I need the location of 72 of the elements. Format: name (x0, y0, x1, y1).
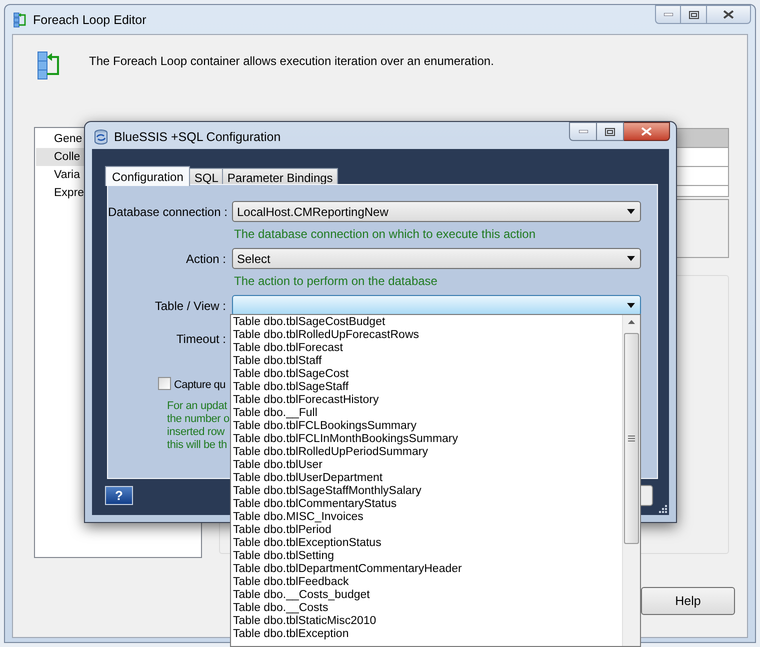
minimize-button[interactable] (569, 122, 597, 141)
tab[interactable]: Configuration (105, 166, 190, 186)
note-text: For an updat (167, 400, 228, 413)
dropdown-field[interactable]: LocalHost.CMReportingNew (232, 201, 641, 222)
dropdown-item[interactable]: Table dbo.tblSageStaff (231, 381, 622, 394)
description-box (676, 199, 729, 258)
maximize-icon (688, 10, 698, 18)
note-text: the number o (167, 413, 230, 426)
dialog-title: BlueSSIS +SQL Configuration (114, 129, 281, 146)
resize-grip-icon (659, 505, 667, 513)
hint-text: The database connection on which to execute this action (234, 226, 536, 243)
field-label: Timeout : (175, 331, 226, 348)
refresh-icon (93, 129, 109, 146)
minimize-icon (578, 130, 588, 133)
help-button[interactable]: ? (105, 486, 133, 505)
dropdown-item[interactable]: Table dbo.tblDepartmentCommentaryHeader (231, 563, 622, 576)
caret-icon (627, 303, 635, 308)
dropdown-field[interactable] (232, 295, 641, 316)
dropdown-item[interactable]: Table dbo.tblSetting (231, 550, 622, 563)
dropdown-item[interactable]: Table dbo.__Full (231, 407, 622, 420)
dropdown-item[interactable]: Table dbo.tblException (231, 628, 622, 641)
dropdown-item[interactable]: Table dbo.tblPeriod (231, 524, 622, 537)
help-button[interactable]: Help (641, 587, 735, 615)
dropdown-item[interactable]: Table dbo.tblUser (231, 459, 622, 472)
field-label: Action : (184, 251, 226, 268)
maximize-icon (605, 128, 615, 136)
dropdown-item[interactable]: Table dbo.tblSageStaffMonthlySalary (231, 485, 622, 498)
caret-icon (627, 209, 635, 214)
note-text: inserted row (167, 426, 226, 439)
field-label: Database connection : (108, 204, 226, 221)
dropdown-item[interactable]: Table dbo.__Costs (231, 602, 622, 615)
close-icon (723, 10, 734, 19)
scrollbar[interactable] (622, 315, 640, 646)
close-button[interactable] (707, 5, 751, 24)
dropdown-item[interactable]: Table dbo.tblForecast (231, 342, 622, 355)
window-title: Foreach Loop Editor (33, 12, 146, 29)
checkbox-label: Capture qu (174, 378, 226, 393)
caret-icon (627, 256, 635, 261)
field-label: Table / View : (154, 298, 226, 315)
dropdown-item[interactable]: Table dbo.tblRolledUpPeriodSummary (231, 446, 622, 459)
checkbox[interactable] (158, 377, 171, 390)
dropdown-item[interactable]: Table dbo.tblFCLInMonthBookingsSummary (231, 433, 622, 446)
dropdown-item[interactable]: Table dbo.tblForecastHistory (231, 394, 622, 407)
scroll-thumb[interactable] (624, 333, 639, 544)
loop-icon (13, 12, 27, 28)
scroll-up-icon[interactable] (628, 320, 635, 324)
dropdown-field[interactable]: Select (232, 248, 641, 269)
minimize-icon (664, 13, 672, 16)
hint-text: The action to perform on the database (234, 273, 438, 290)
dropdown-item[interactable]: Table dbo.tblSageCost (231, 368, 622, 381)
dropdown-item[interactable]: Table dbo.tblCommentaryStatus (231, 498, 622, 511)
dropdown-item[interactable]: Table dbo.tblStaticMisc2010 (231, 615, 622, 628)
tab[interactable]: Parameter Bindings (222, 168, 338, 185)
loop-icon (37, 51, 61, 81)
dropdown-item[interactable]: Table dbo.tblUserDepartment (231, 472, 622, 485)
note-text: this will be th (167, 439, 228, 452)
minimize-button[interactable] (655, 5, 681, 24)
dropdown-item[interactable]: Table dbo.tblSageCostBudget (231, 316, 622, 329)
dropdown-item[interactable]: Table dbo.__Costs_budget (231, 589, 622, 602)
dropdown-item[interactable]: Table dbo.tblFCLBookingsSummary (231, 420, 622, 433)
description-text: The Foreach Loop container allows execution iteration over an enumeration. (89, 53, 494, 70)
close-icon (641, 127, 652, 136)
maximize-button[interactable] (597, 122, 624, 141)
dropdown-item[interactable]: Table dbo.tblRolledUpForecastRows (231, 329, 622, 342)
dropdown-item[interactable]: Table dbo.tblFeedback (231, 576, 622, 589)
dropdown-item[interactable]: Table dbo.tblStaff (231, 355, 622, 368)
grip-icon (628, 435, 635, 442)
dropdown-item[interactable]: Table dbo.tblExceptionStatus (231, 537, 622, 550)
maximize-button[interactable] (681, 5, 707, 24)
dropdown-item[interactable]: Table dbo.MISC_Invoices (231, 511, 622, 524)
property-grid (676, 128, 729, 197)
close-button[interactable] (624, 122, 670, 141)
